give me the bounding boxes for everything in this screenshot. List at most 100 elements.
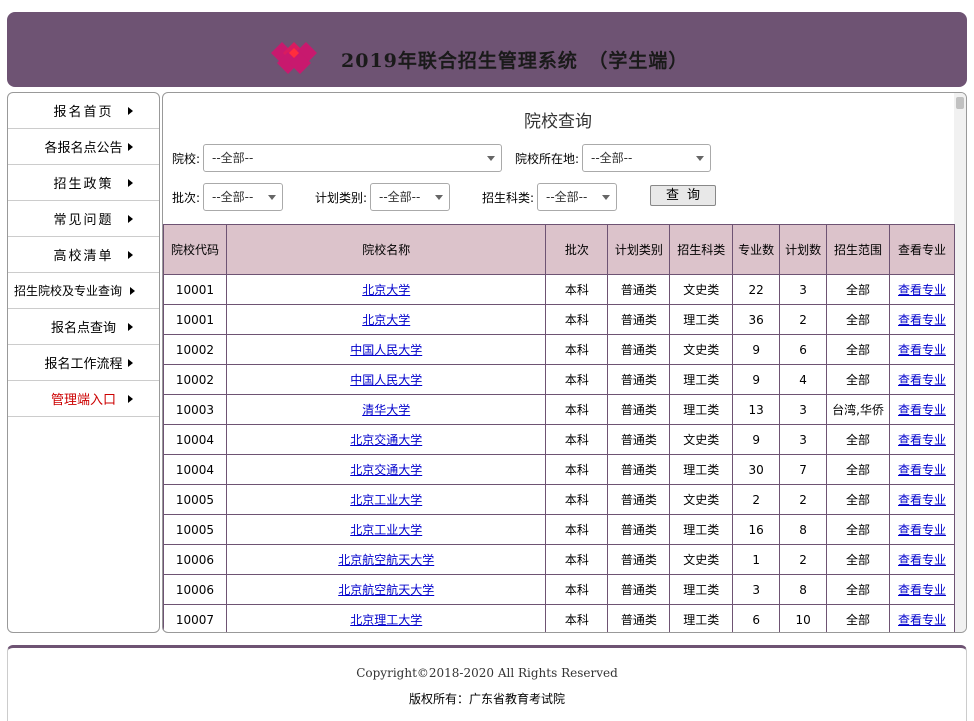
scrollbar-thumb[interactable] <box>956 97 964 109</box>
cell-quota: 2 <box>779 484 828 515</box>
cell-scope: 全部 <box>826 514 891 545</box>
school-name-link[interactable]: 北京交通大学 <box>350 463 422 477</box>
cell-name: 北京航空航天大学 <box>225 544 547 575</box>
cell-link: 查看专业 <box>889 574 955 605</box>
view-majors-link[interactable]: 查看专业 <box>898 523 946 537</box>
cell-batch: 本科 <box>545 424 609 455</box>
school-name-link[interactable]: 北京工业大学 <box>350 523 422 537</box>
school-name-link[interactable]: 北京航空航天大学 <box>338 583 434 597</box>
sidebar-item-label: 报名首页 <box>53 105 114 120</box>
query-button[interactable]: 查询 <box>650 185 716 206</box>
cell-majors: 9 <box>732 334 781 365</box>
sidebar-item-school-list[interactable]: 高校清单 <box>8 237 159 273</box>
school-name-link[interactable]: 北京大学 <box>362 283 410 297</box>
cell-subject: 理工类 <box>669 394 734 425</box>
sidebar-item-admin[interactable]: 管理端入口 <box>8 381 159 417</box>
sidebar-item-home[interactable]: 报名首页 <box>8 93 159 129</box>
view-majors-link[interactable]: 查看专业 <box>898 433 946 447</box>
col-header-batch: 批次 <box>545 224 609 275</box>
cell-link: 查看专业 <box>889 394 955 425</box>
cell-quota: 7 <box>779 454 828 485</box>
footer: Copyright©2018-2020 All Rights Reserved … <box>7 645 967 721</box>
cell-scope: 全部 <box>826 364 891 395</box>
cell-majors: 16 <box>732 514 781 545</box>
school-name-link[interactable]: 北京大学 <box>362 313 410 327</box>
cell-majors: 2 <box>732 484 781 515</box>
main-panel: 院校查询 院校: --全部-- 院校所在地: --全部-- 批次: --全部--… <box>162 92 967 633</box>
view-majors-link[interactable]: 查看专业 <box>898 343 946 357</box>
cell-subject: 文史类 <box>669 484 734 515</box>
table-header-row: 院校代码 院校名称 批次 计划类别 招生科类 专业数 计划数 招生范围 查看专业 <box>163 224 955 275</box>
cell-name: 北京交通大学 <box>225 424 547 455</box>
triangle-right-icon <box>128 250 133 259</box>
view-majors-link[interactable]: 查看专业 <box>898 403 946 417</box>
cell-plan: 普通类 <box>607 484 671 515</box>
cell-name: 清华大学 <box>225 394 547 425</box>
cell-code: 10007 <box>163 604 227 632</box>
subject-select[interactable]: --全部-- <box>537 183 617 211</box>
cell-batch: 本科 <box>545 304 609 335</box>
school-name-link[interactable]: 清华大学 <box>362 403 410 417</box>
page-title: 院校查询 <box>524 112 592 132</box>
school-name-link[interactable]: 中国人民大学 <box>350 373 422 387</box>
cell-quota: 8 <box>779 514 828 545</box>
cell-code: 10005 <box>163 484 227 515</box>
cell-scope: 全部 <box>826 454 891 485</box>
school-name-link[interactable]: 中国人民大学 <box>350 343 422 357</box>
view-majors-link[interactable]: 查看专业 <box>898 313 946 327</box>
plan-label: 计划类别: <box>315 191 368 205</box>
cell-plan: 普通类 <box>607 364 671 395</box>
cell-link: 查看专业 <box>889 424 955 455</box>
plan-select[interactable]: --全部-- <box>370 183 450 211</box>
sidebar-item-announcements[interactable]: 各报名点公告 <box>8 129 159 165</box>
cell-batch: 本科 <box>545 454 609 485</box>
table-row: 10004 北京交通大学 本科 普通类 文史类 9 3 全部 查看专业 <box>163 424 955 455</box>
school-name-link[interactable]: 北京航空航天大学 <box>338 553 434 567</box>
app-header: 2019年联合招生管理系统 （学生端） <box>7 12 967 87</box>
cell-scope: 全部 <box>826 544 891 575</box>
view-majors-link[interactable]: 查看专业 <box>898 553 946 567</box>
school-name-link[interactable]: 北京工业大学 <box>350 493 422 507</box>
sidebar-item-school-major-query[interactable]: 招生院校及专业查询 <box>8 273 159 309</box>
cell-subject: 理工类 <box>669 304 734 335</box>
cell-majors: 22 <box>732 274 781 305</box>
subject-label: 招生科类: <box>482 191 535 205</box>
vertical-scrollbar[interactable] <box>954 93 966 632</box>
sidebar-item-faq[interactable]: 常见问题 <box>8 201 159 237</box>
school-name-link[interactable]: 北京理工大学 <box>350 613 422 627</box>
cell-majors: 3 <box>732 574 781 605</box>
cell-link: 查看专业 <box>889 364 955 395</box>
location-select[interactable]: --全部-- <box>582 144 711 172</box>
cell-plan: 普通类 <box>607 514 671 545</box>
view-majors-link[interactable]: 查看专业 <box>898 283 946 297</box>
chevron-down-icon <box>487 156 495 161</box>
view-majors-link[interactable]: 查看专业 <box>898 493 946 507</box>
view-majors-link[interactable]: 查看专业 <box>898 613 946 627</box>
cell-link: 查看专业 <box>889 544 955 575</box>
view-majors-link[interactable]: 查看专业 <box>898 463 946 477</box>
school-select[interactable]: --全部-- <box>203 144 502 172</box>
cell-quota: 6 <box>779 334 828 365</box>
cell-subject: 文史类 <box>669 274 734 305</box>
cell-code: 10001 <box>163 274 227 305</box>
cell-majors: 9 <box>732 364 781 395</box>
diamond-logo-icon <box>271 42 317 74</box>
cell-quota: 3 <box>779 394 828 425</box>
triangle-right-icon <box>128 178 133 187</box>
sidebar-item-workflow[interactable]: 报名工作流程 <box>8 345 159 381</box>
view-majors-link[interactable]: 查看专业 <box>898 373 946 387</box>
sidebar-item-label: 常见问题 <box>53 213 114 228</box>
cell-plan: 普通类 <box>607 574 671 605</box>
sidebar-item-site-query[interactable]: 报名点查询 <box>8 309 159 345</box>
cell-majors: 6 <box>732 604 781 632</box>
table-row: 10005 北京工业大学 本科 普通类 理工类 16 8 全部 查看专业 <box>163 514 955 545</box>
sidebar-item-policy[interactable]: 招生政策 <box>8 165 159 201</box>
view-majors-link[interactable]: 查看专业 <box>898 583 946 597</box>
cell-plan: 普通类 <box>607 334 671 365</box>
cell-name: 北京大学 <box>225 274 547 305</box>
cell-quota: 4 <box>779 364 828 395</box>
col-header-scope: 招生范围 <box>826 224 891 275</box>
batch-select[interactable]: --全部-- <box>203 183 283 211</box>
cell-batch: 本科 <box>545 574 609 605</box>
school-name-link[interactable]: 北京交通大学 <box>350 433 422 447</box>
